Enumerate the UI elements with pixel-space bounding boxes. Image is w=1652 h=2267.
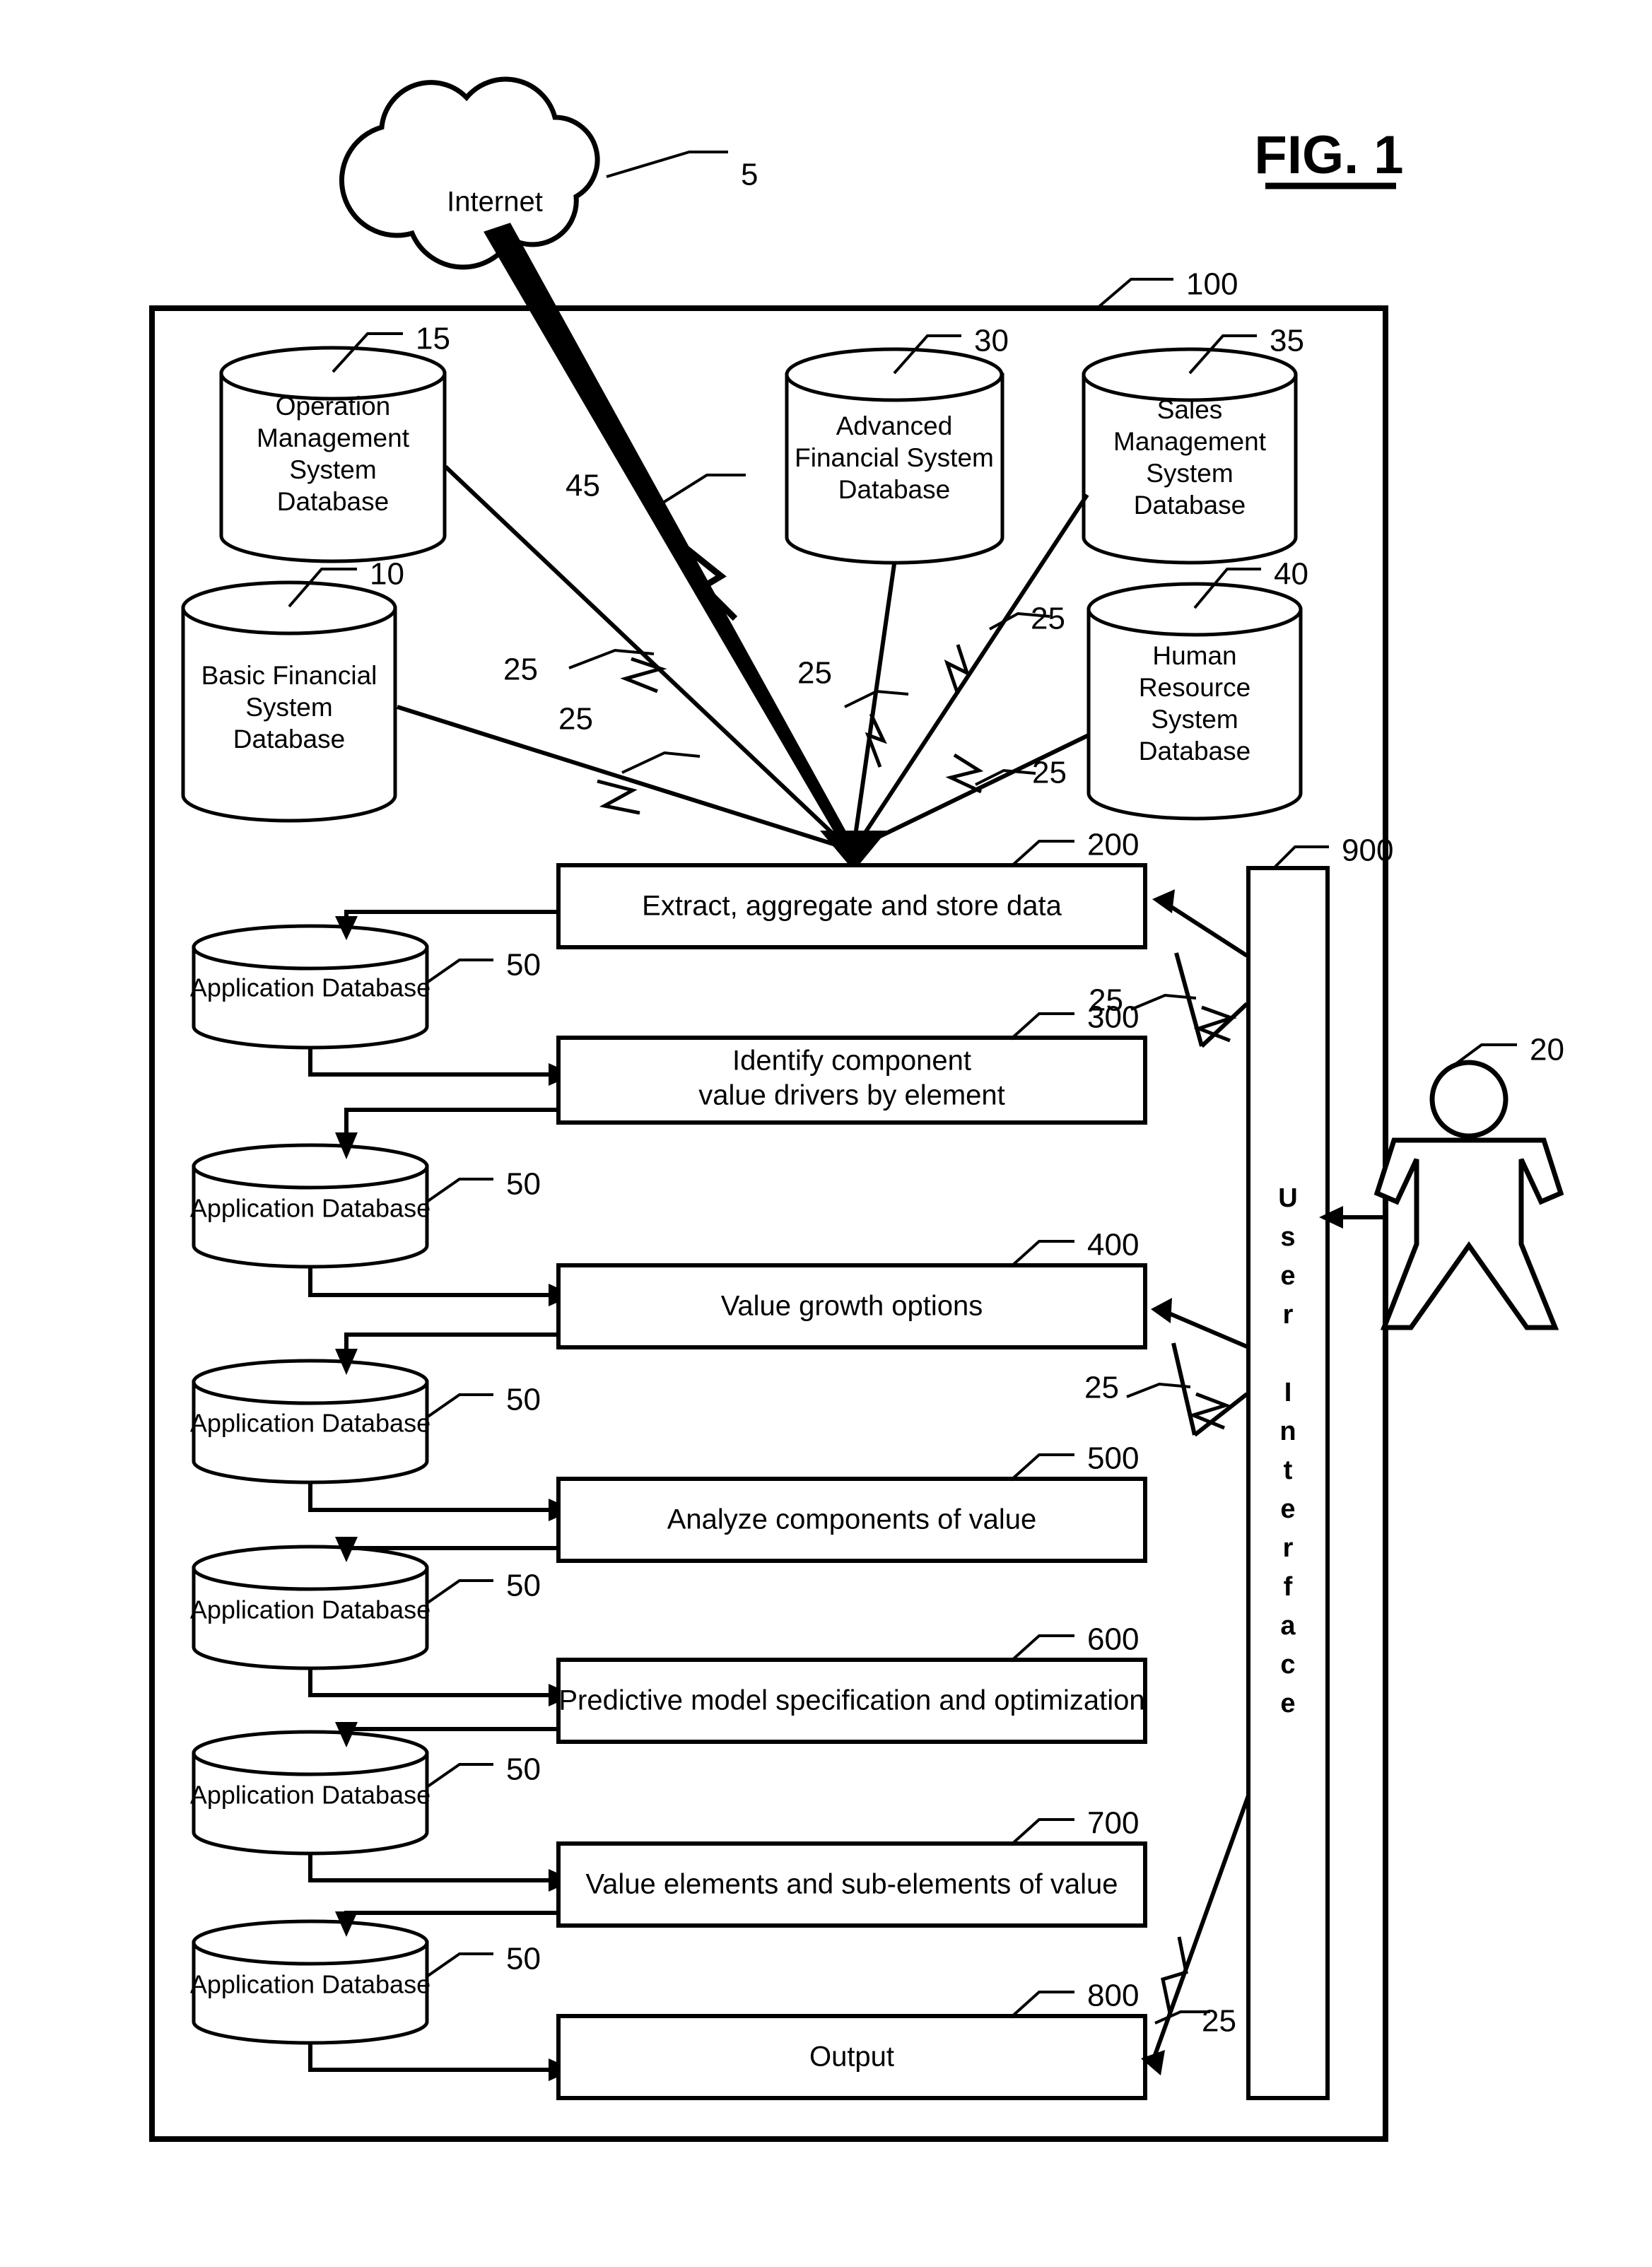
frame-ref: 100 bbox=[1186, 267, 1238, 302]
ref-25g: 25 bbox=[1084, 1371, 1119, 1405]
appdb-2-ref: 50 bbox=[506, 1167, 541, 1202]
db-15-ref: 15 bbox=[416, 322, 450, 356]
process-800-ref: 800 bbox=[1087, 1979, 1139, 2013]
cloud-ref: 5 bbox=[741, 158, 758, 192]
ui-letter-1: s bbox=[1280, 1222, 1295, 1252]
ui-letter-0: U bbox=[1278, 1183, 1297, 1213]
db-advanced-financial: Advanced Financial System Database 30 bbox=[785, 324, 1009, 565]
ui-letter-6: n bbox=[1279, 1417, 1296, 1446]
ui-letter-9: r bbox=[1283, 1533, 1294, 1563]
ui-letter-8: e bbox=[1280, 1494, 1295, 1524]
appdb-2-top bbox=[192, 1143, 429, 1190]
ui-letter-12: c bbox=[1280, 1650, 1295, 1680]
db-10-top bbox=[181, 580, 397, 635]
process-700-ref: 700 bbox=[1087, 1806, 1139, 1841]
db-40-line-3: Database bbox=[1139, 737, 1250, 766]
user-ref: 20 bbox=[1530, 1033, 1564, 1067]
db-human-resource: Human Resource System Database 40 bbox=[1086, 557, 1308, 821]
appdb-6-top bbox=[192, 1919, 429, 1966]
db-15-line-2: System bbox=[289, 455, 376, 484]
db-operation-management: Operation Management System Database 15 bbox=[219, 322, 450, 563]
db-40-line-2: System bbox=[1151, 705, 1238, 734]
process-500-ref: 500 bbox=[1087, 1441, 1139, 1476]
ref-45: 45 bbox=[566, 469, 600, 503]
appdb-4-label: Application Database bbox=[190, 1595, 430, 1624]
db-35-ref: 35 bbox=[1270, 324, 1304, 358]
db-10-line-0: Basic Financial bbox=[201, 661, 377, 690]
process-300-label-1: value drivers by element bbox=[698, 1080, 1005, 1111]
process-700-label: Value elements and sub-elements of value bbox=[585, 1869, 1118, 1900]
db-15-line-0: Operation bbox=[276, 392, 391, 421]
appdb-4-ref: 50 bbox=[506, 1569, 541, 1603]
ref-25b: 25 bbox=[558, 702, 593, 737]
db-sales-management: Sales Management System Database 35 bbox=[1082, 324, 1304, 565]
ui-letter-5: I bbox=[1284, 1378, 1292, 1407]
db-15-line-3: Database bbox=[277, 487, 389, 516]
flow-700-to-appdb6 bbox=[344, 1911, 558, 1915]
db-30-top bbox=[785, 347, 1004, 402]
ref-25a: 25 bbox=[503, 652, 538, 687]
db-30-line-1: Financial System bbox=[795, 443, 994, 472]
ui-letter-11: a bbox=[1280, 1611, 1296, 1641]
appdb-3-label: Application Database bbox=[190, 1409, 430, 1438]
appdb-4-top bbox=[192, 1545, 429, 1591]
process-600-ref: 600 bbox=[1087, 1622, 1139, 1657]
appdb-6-ref: 50 bbox=[506, 1942, 541, 1976]
db-40-top bbox=[1086, 582, 1303, 637]
db-35-line-2: System bbox=[1146, 459, 1233, 488]
db-40-ref: 40 bbox=[1274, 557, 1308, 592]
appdb-3-ref: 50 bbox=[506, 1383, 541, 1417]
process-200-ref: 200 bbox=[1087, 828, 1139, 862]
process-300-label-0: Identify component bbox=[732, 1045, 971, 1077]
db-30-ref: 30 bbox=[974, 324, 1009, 358]
appdb-6-label: Application Database bbox=[190, 1970, 430, 1999]
user-interface-ref: 900 bbox=[1342, 833, 1393, 868]
appdb-5-top bbox=[192, 1730, 429, 1776]
db-40-line-0: Human bbox=[1152, 641, 1236, 670]
appdb-1-top bbox=[192, 924, 429, 971]
db-10-line-2: Database bbox=[233, 725, 345, 754]
appdb-2-label: Application Database bbox=[190, 1194, 430, 1223]
figure-title-text: FIG. 1 bbox=[1254, 125, 1403, 185]
ref-25d: 25 bbox=[1031, 602, 1065, 636]
cloud-label: Internet bbox=[447, 187, 543, 218]
process-600-label: Predictive model specification and optim… bbox=[558, 1685, 1144, 1716]
db-10-line-1: System bbox=[245, 693, 332, 722]
db-15-line-1: Management bbox=[257, 423, 410, 452]
process-400-ref: 400 bbox=[1087, 1228, 1139, 1263]
ui-letter-10: f bbox=[1284, 1572, 1293, 1602]
ui-letter-13: e bbox=[1280, 1689, 1295, 1718]
ui-letter-2: e bbox=[1280, 1261, 1295, 1291]
db-35-line-1: Management bbox=[1113, 427, 1267, 456]
db-35-top bbox=[1082, 347, 1298, 402]
process-400-label: Value growth options bbox=[721, 1291, 983, 1322]
ref-25h: 25 bbox=[1202, 2004, 1236, 2039]
ref-25c: 25 bbox=[797, 656, 832, 691]
db-40-line-1: Resource bbox=[1139, 673, 1250, 702]
process-800-label: Output bbox=[809, 2042, 894, 2073]
ref-25f: 25 bbox=[1089, 983, 1123, 1018]
db-35-line-0: Sales bbox=[1157, 395, 1223, 424]
process-200-label: Extract, aggregate and store data bbox=[642, 891, 1062, 922]
db-30-line-0: Advanced bbox=[836, 411, 953, 440]
appdb-3-top bbox=[192, 1359, 429, 1405]
db-10-ref: 10 bbox=[370, 557, 404, 592]
figure-1-diagram: FIG. 1 Internet 5 100 Operation Manageme… bbox=[0, 0, 1652, 2267]
ui-letter-7: t bbox=[1284, 1455, 1293, 1485]
ui-letter-3: r bbox=[1283, 1300, 1294, 1330]
figure-title: FIG. 1 bbox=[1254, 125, 1404, 189]
appdb-1-label: Application Database bbox=[190, 973, 430, 1002]
appdb-1-ref: 50 bbox=[506, 948, 541, 983]
appdb-5-ref: 50 bbox=[506, 1752, 541, 1787]
db-35-line-3: Database bbox=[1134, 491, 1246, 520]
ref-25e: 25 bbox=[1032, 756, 1067, 790]
user-head bbox=[1429, 1060, 1509, 1139]
db-30-line-2: Database bbox=[838, 475, 950, 504]
appdb-5-label: Application Database bbox=[190, 1781, 430, 1810]
db-basic-financial: Basic Financial System Database 10 bbox=[181, 557, 404, 823]
process-500-label: Analyze components of value bbox=[667, 1504, 1037, 1535]
